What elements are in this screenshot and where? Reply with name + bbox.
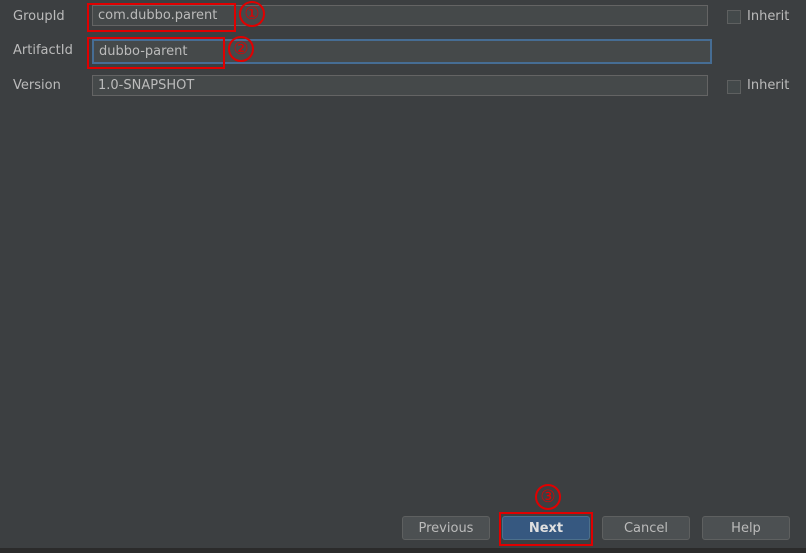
bottom-divider: [0, 548, 806, 553]
version-inherit-label[interactable]: Inherit: [747, 78, 789, 93]
artifact-id-label: ArtifactId: [13, 43, 73, 58]
help-button[interactable]: Help: [702, 516, 790, 540]
group-id-label: GroupId: [13, 9, 65, 24]
next-button[interactable]: Next: [502, 516, 590, 540]
version-label: Version: [13, 78, 61, 93]
previous-button[interactable]: Previous: [402, 516, 490, 540]
artifact-id-input[interactable]: [92, 39, 712, 64]
group-id-inherit-label[interactable]: Inherit: [747, 9, 789, 24]
annotation-number-3: ③: [535, 484, 561, 510]
version-input[interactable]: [92, 75, 708, 96]
cancel-button[interactable]: Cancel: [602, 516, 690, 540]
version-inherit-checkbox[interactable]: [727, 80, 741, 94]
group-id-input[interactable]: [92, 5, 708, 26]
group-id-inherit-checkbox[interactable]: [727, 10, 741, 24]
